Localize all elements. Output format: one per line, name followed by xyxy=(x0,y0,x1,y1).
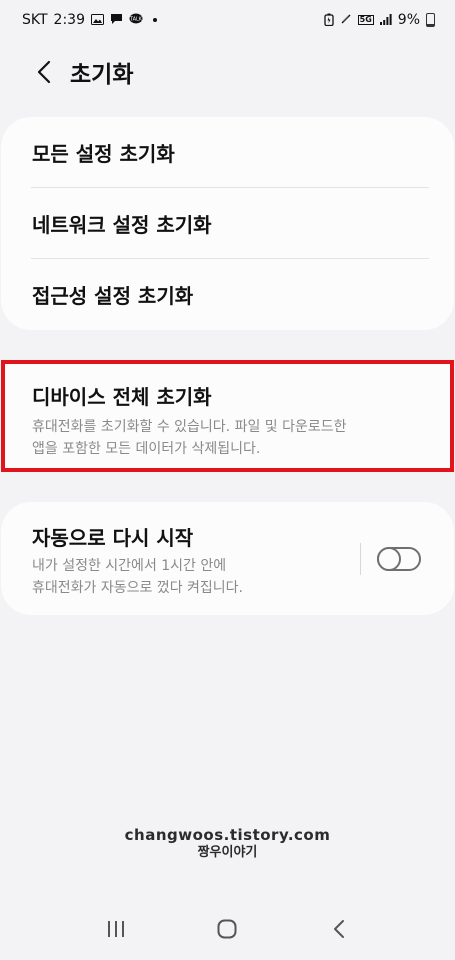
factory-reset-title: 디바이스 전체 초기화 xyxy=(32,385,212,409)
watermark: changwoos.tistory.com 짱우이야기 xyxy=(0,826,455,862)
mute-icon xyxy=(340,13,352,27)
time-label: 2:39 xyxy=(53,12,85,28)
gallery-notification-icon xyxy=(91,13,104,27)
svg-text:TALK: TALK xyxy=(129,17,143,23)
recent-apps-icon[interactable] xyxy=(94,907,138,951)
more-notifications-dot-icon xyxy=(153,18,157,22)
toggle-knob xyxy=(377,547,401,571)
page-title: 초기화 xyxy=(70,62,134,88)
auto-restart-toggle[interactable] xyxy=(377,547,421,571)
status-right: 5G 9% xyxy=(323,12,435,28)
talk-notification-icon: TALK xyxy=(129,13,143,27)
reset-network-settings-item[interactable]: 네트워크 설정 초기화 xyxy=(1,188,454,259)
network-type-icon: 5G xyxy=(357,15,374,25)
status-left: SKT 2:39 TALK xyxy=(22,12,157,28)
toggle-divider xyxy=(360,543,361,575)
factory-reset-description: 휴대전화를 초기화할 수 있습니다. 파일 및 다운로드한 앱을 포함한 모든 … xyxy=(32,416,450,460)
home-icon[interactable] xyxy=(205,907,249,951)
watermark-url: changwoos.tistory.com xyxy=(124,826,331,844)
factory-reset-item[interactable]: 디바이스 전체 초기화 휴대전화를 초기화할 수 있습니다. 파일 및 다운로드… xyxy=(1,360,454,472)
header: 초기화 xyxy=(0,50,455,94)
battery-saver-icon xyxy=(323,13,334,28)
reset-accessibility-settings-item[interactable]: 접근성 설정 초기화 xyxy=(1,259,454,330)
navigation-bar xyxy=(0,898,455,960)
back-nav-icon[interactable] xyxy=(317,907,361,951)
watermark-blog-name: 짱우이야기 xyxy=(197,845,258,860)
signal-icon xyxy=(379,13,392,27)
factory-reset-description-line2: 앱을 포함한 모든 데이터가 삭제됩니다. xyxy=(32,441,261,457)
carrier-label: SKT xyxy=(22,12,48,28)
message-notification-icon xyxy=(110,13,123,27)
auto-restart-item[interactable]: 자동으로 다시 시작 내가 설정한 시간에서 1시간 안에 휴대전화가 자동으로… xyxy=(1,502,454,615)
battery-icon xyxy=(426,13,435,27)
auto-restart-description-line2: 휴대전화가 자동으로 껐다 켜집니다. xyxy=(32,580,243,596)
status-bar: SKT 2:39 TALK 5G 9% xyxy=(0,0,455,40)
battery-percent-label: 9% xyxy=(397,12,420,28)
auto-restart-toggle-wrap xyxy=(360,543,421,575)
back-icon[interactable] xyxy=(22,50,66,94)
reset-all-settings-item[interactable]: 모든 설정 초기화 xyxy=(1,117,454,188)
reset-settings-card: 모든 설정 초기화 네트워크 설정 초기화 접근성 설정 초기화 xyxy=(1,117,454,330)
factory-reset-description-line1: 휴대전화를 초기화할 수 있습니다. 파일 및 다운로드한 xyxy=(32,419,347,435)
